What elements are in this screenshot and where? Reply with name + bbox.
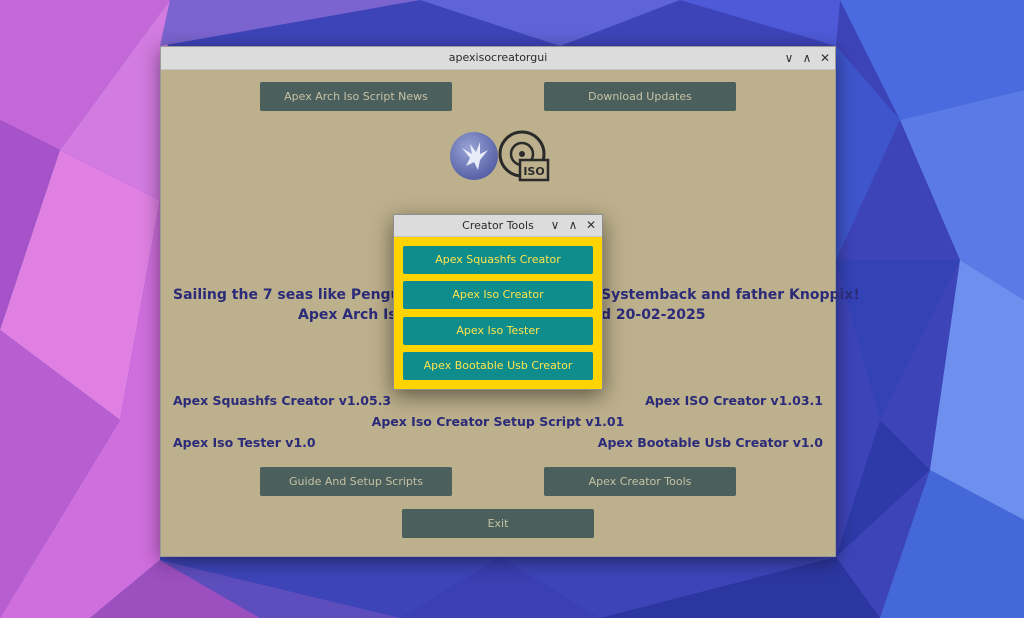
iso-tester-button[interactable]: Apex Iso Tester: [403, 317, 593, 345]
close-icon[interactable]: ✕: [817, 50, 833, 66]
iso-tester-version-label: Apex Iso Tester v1.0: [173, 435, 316, 450]
banner-line2-left: Apex Arch Is: [298, 307, 397, 323]
banner-line2-right: d 20-02-2025: [601, 307, 706, 323]
main-titlebar[interactable]: apexisocreatorgui ∨ ∧ ✕: [161, 47, 835, 70]
guide-setup-scripts-button[interactable]: Guide And Setup Scripts: [260, 467, 452, 496]
usb-creator-version-label: Apex Bootable Usb Creator v1.0: [597, 435, 823, 450]
iso-disc-logo-icon: ISO: [498, 130, 550, 182]
squashfs-version-label: Apex Squashfs Creator v1.05.3: [173, 393, 392, 408]
iso-logo-text: ISO: [523, 165, 544, 178]
dialog-maximize-icon[interactable]: ∧: [565, 217, 581, 233]
banner-line1-right: Systemback and father Knoppix!: [601, 287, 860, 303]
creator-tools-dialog: Creator Tools ∨ ∧ ✕ Apex Squashfs Creato…: [393, 214, 603, 390]
squashfs-creator-button[interactable]: Apex Squashfs Creator: [403, 246, 593, 274]
news-button[interactable]: Apex Arch Iso Script News: [260, 82, 452, 111]
minimize-icon[interactable]: ∨: [781, 50, 797, 66]
window-title: apexisocreatorgui: [448, 51, 548, 64]
dialog-titlebar[interactable]: Creator Tools ∨ ∧ ✕: [394, 215, 602, 237]
iso-creator-button[interactable]: Apex Iso Creator: [403, 281, 593, 309]
dialog-minimize-icon[interactable]: ∨: [547, 217, 563, 233]
eagle-logo-icon: [450, 132, 498, 180]
maximize-icon[interactable]: ∧: [799, 50, 815, 66]
download-updates-button[interactable]: Download Updates: [544, 82, 736, 111]
dialog-close-icon[interactable]: ✕: [583, 217, 599, 233]
bootable-usb-creator-button[interactable]: Apex Bootable Usb Creator: [403, 352, 593, 380]
creator-tools-button[interactable]: Apex Creator Tools: [544, 467, 736, 496]
exit-button[interactable]: Exit: [402, 509, 594, 538]
setup-script-version-label: Apex Iso Creator Setup Script v1.01: [371, 414, 625, 429]
banner-line1-left: Sailing the 7 seas like Penguin's: [173, 287, 428, 303]
iso-creator-version-label: Apex ISO Creator v1.03.1: [645, 393, 823, 408]
